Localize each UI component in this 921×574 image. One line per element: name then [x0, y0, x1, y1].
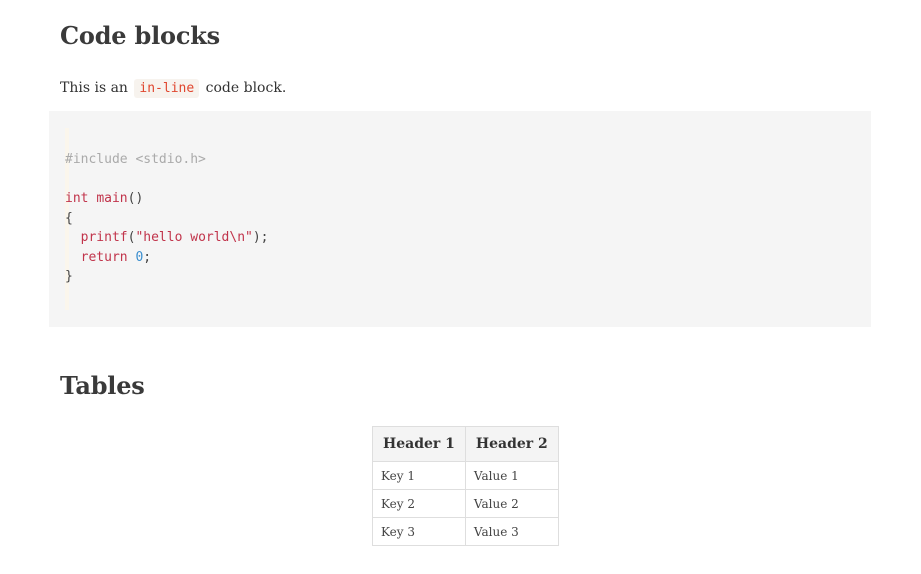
paragraph-text-after: code block. [201, 80, 287, 96]
table-cell-key: Key 1 [372, 461, 466, 490]
table-row: Key 3 Value 3 [372, 517, 559, 546]
table-header-cell: Header 1 [372, 426, 466, 462]
code-line-include: #include <stdio.h> [65, 150, 269, 170]
code-function-name: main [96, 191, 128, 206]
table-cell-key: Key 3 [372, 517, 466, 546]
table-cell-key: Key 2 [372, 489, 466, 518]
code-line-close-brace: } [65, 267, 269, 287]
table-cell-value: Value 3 [464, 517, 559, 546]
code-line-printf: printf("hello world\n"); [65, 228, 269, 248]
paragraph-text-before: This is an [60, 80, 133, 96]
code-close-brace: } [65, 269, 73, 284]
code-function-call: printf [80, 230, 128, 245]
code-block-content: #include <stdio.h> int main(){ printf("h… [65, 150, 269, 287]
table-row: Key 2 Value 2 [372, 489, 559, 518]
code-return-keyword: return [80, 249, 128, 265]
code-punctuation: () [127, 191, 144, 206]
table-header-row: Header 1 Header 2 [372, 426, 559, 462]
code-block: #include <stdio.h> int main(){ printf("h… [49, 111, 871, 327]
code-line-main-signature: int main() [65, 189, 269, 209]
code-string-literal: "hello world\n" [135, 230, 253, 245]
inline-code-paragraph: This is an in-line code block. [60, 77, 286, 100]
inline-code-snippet: in-line [134, 79, 200, 98]
data-table: Header 1 Header 2 Key 1 Value 1 Key 2 Va… [372, 426, 559, 546]
tables-heading: Tables [60, 371, 145, 400]
table-header-cell: Header 2 [464, 426, 559, 462]
table-cell-value: Value 1 [464, 461, 559, 490]
code-open-brace: { [65, 210, 73, 226]
table-row: Key 1 Value 1 [372, 461, 559, 490]
code-preprocessor-directive: #include <stdio.h> [65, 152, 206, 167]
code-blocks-heading: Code blocks [60, 21, 220, 50]
code-line-return: return 0; [65, 248, 269, 268]
code-punctuation: ; [143, 249, 152, 265]
code-punctuation: ); [252, 230, 269, 245]
code-line-open-brace: { [65, 209, 269, 229]
table-cell-value: Value 2 [464, 489, 559, 518]
code-type-keyword: int [65, 191, 89, 206]
